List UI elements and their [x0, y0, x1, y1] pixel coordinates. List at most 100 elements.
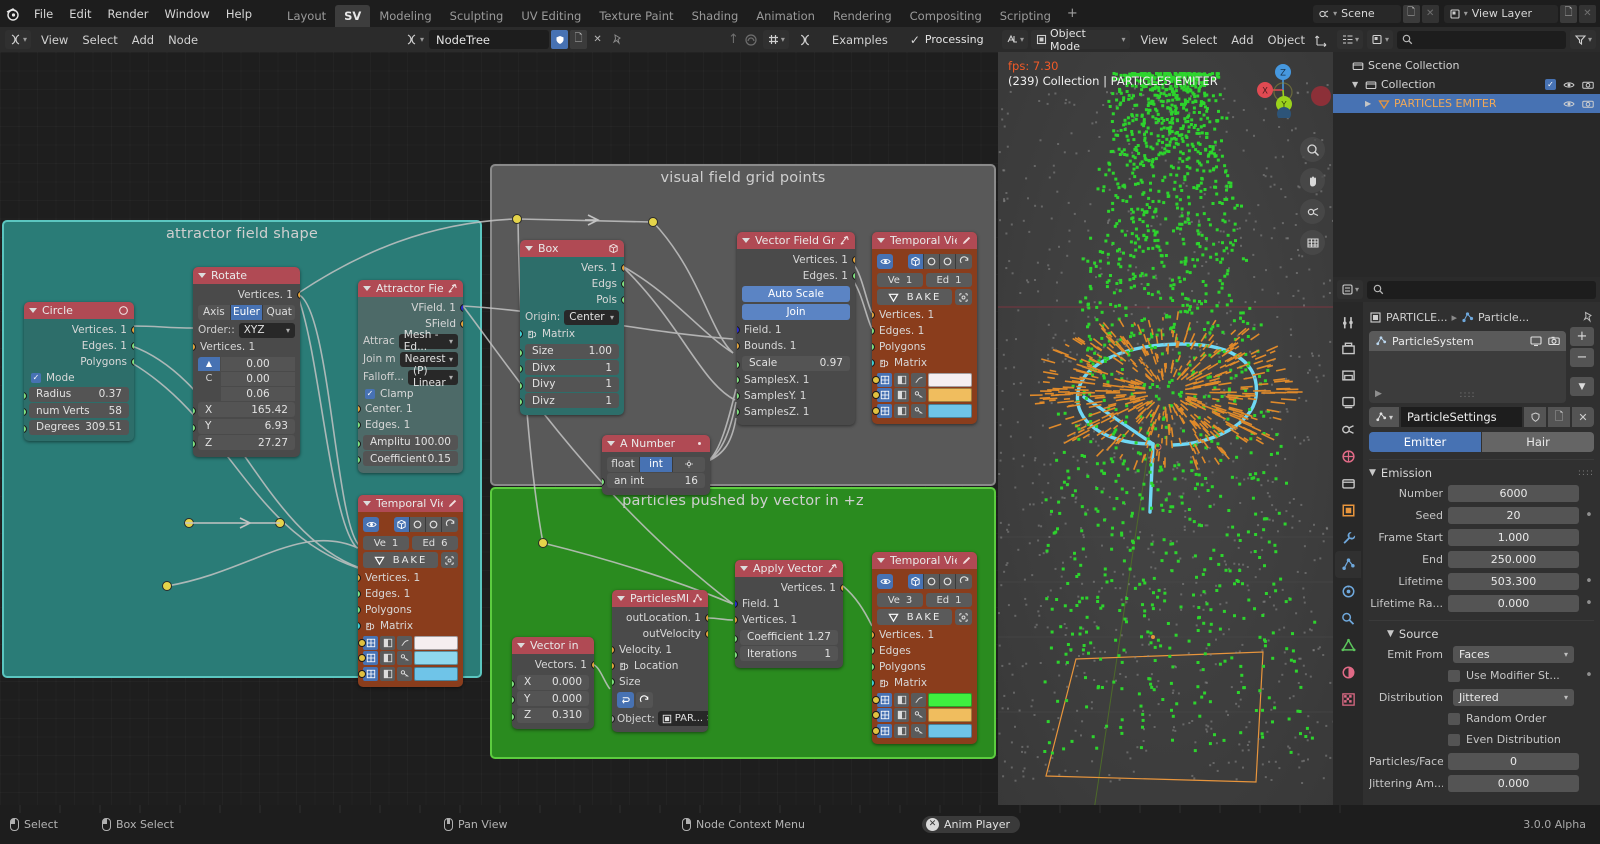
field-amplitu[interactable]: Amplitu 100.00: [363, 434, 458, 450]
input-socket[interactable]: [520, 330, 523, 338]
particle-system-specials-menu[interactable]: ▼: [1570, 377, 1594, 396]
input-socket[interactable]: [358, 574, 361, 582]
node-particles-mk2[interactable]: ParticlesMK2 outLocation. 1 outVelocity V…: [612, 590, 708, 732]
random-order-checkbox[interactable]: [1448, 712, 1460, 725]
use-modifier-stack-row[interactable]: Use Modifier St... •: [1369, 666, 1594, 685]
properties-tab-world[interactable]: [1335, 443, 1361, 470]
refresh-icon[interactable]: [956, 574, 972, 589]
sverchok-icon[interactable]: [798, 33, 812, 47]
input-socket[interactable]: [520, 348, 523, 357]
cube-icon[interactable]: [908, 254, 924, 269]
input-socket[interactable]: [358, 405, 361, 413]
node-header[interactable]: ParticlesMK2: [612, 590, 708, 607]
node-input-socket-row[interactable]: Location: [612, 658, 708, 674]
input-socket[interactable]: [358, 421, 361, 429]
remove-particle-system-button[interactable]: −: [1570, 348, 1594, 367]
proportional-edit-icon[interactable]: [744, 33, 758, 47]
input-socket[interactable]: [193, 440, 196, 448]
snap-icon[interactable]: ▾: [762, 30, 789, 49]
half-icon[interactable]: [894, 388, 909, 402]
input-socket[interactable]: [872, 375, 880, 384]
input-socket[interactable]: [520, 365, 523, 373]
properties-tab-scene[interactable]: [1335, 416, 1361, 443]
node-input-socket-row[interactable]: Field. 1: [737, 322, 855, 338]
node-input-socket-row[interactable]: Polygons: [872, 659, 977, 675]
node-header[interactable]: Apply Vector Field: [735, 560, 843, 577]
workspace-tab-texture-paint[interactable]: Texture Paint: [590, 5, 682, 27]
scene-selector[interactable]: ▾ Scene: [1313, 4, 1401, 23]
object-mode-selector[interactable]: Object Mode ▾: [1031, 27, 1131, 53]
collapse-triangle-icon[interactable]: [740, 566, 748, 571]
node-temporal-viewer-3[interactable]: Temporal Viewer Ve 3 Ed 1 BAKE Vertices. 1 …: [872, 552, 977, 744]
enum-dropdown[interactable]: (P) Linear ▾: [408, 365, 458, 389]
animate-dot[interactable]: •: [1584, 668, 1594, 683]
node-header[interactable]: Temporal Viewer: [872, 232, 977, 249]
properties-tab-collection[interactable]: [1335, 470, 1361, 497]
camera-icon[interactable]: [1548, 335, 1560, 347]
processing-toggle[interactable]: ✓ Processing: [910, 33, 984, 47]
node-circle[interactable]: Circle Vertices. 1 Edges. 1 Polygons ✓ Mo…: [24, 302, 134, 441]
input-socket[interactable]: [737, 392, 740, 400]
output-socket[interactable]: [705, 614, 708, 622]
node-input-socket-row[interactable]: Vertices. 1: [872, 627, 977, 643]
expand-triangle-icon[interactable]: ▶: [1375, 389, 1382, 399]
node-input-socket-row[interactable]: SamplesX. 1: [737, 372, 855, 388]
collapse-triangle-icon[interactable]: [29, 308, 37, 313]
input-socket[interactable]: [872, 647, 875, 655]
cube-icon[interactable]: [394, 517, 410, 532]
view-layer-duplicate-icon[interactable]: 🗋: [1560, 4, 1577, 23]
collapse-triangle-icon[interactable]: [877, 558, 885, 563]
properties-tab-modifiers[interactable]: [1335, 524, 1361, 551]
enum-dropdown[interactable]: Center ▾: [564, 309, 619, 325]
input-socket[interactable]: [358, 606, 361, 614]
view-layer-selector[interactable]: ▾ View Layer: [1443, 4, 1558, 23]
segment-euler[interactable]: Euler: [230, 304, 264, 320]
key-icon[interactable]: [397, 666, 412, 681]
workspace-tab-layout[interactable]: Layout: [278, 5, 335, 27]
node-canvas[interactable]: attractor field shape visual field grid p…: [0, 52, 998, 817]
outliner-icon[interactable]: ▾: [1337, 30, 1364, 49]
node-output-socket-row[interactable]: outVelocity: [612, 626, 708, 642]
node-output-socket-row[interactable]: outLocation. 1: [612, 610, 708, 626]
node-input-socket-row[interactable]: Matrix: [872, 675, 977, 691]
field-x[interactable]: X 165.42: [198, 402, 295, 417]
panel-grip[interactable]: ::::: [1578, 468, 1594, 478]
eye-icon[interactable]: [1563, 98, 1575, 110]
fake-user-icon[interactable]: [551, 30, 569, 49]
workspace-tab-rendering[interactable]: Rendering: [824, 5, 901, 27]
input-socket[interactable]: [735, 651, 738, 659]
field-radius[interactable]: Radius 0.37: [29, 386, 129, 402]
source-panel-title[interactable]: ▼ Source: [1369, 620, 1594, 642]
field-iterations[interactable]: Iterations 1: [740, 646, 838, 661]
curve-icon[interactable]: [397, 635, 412, 650]
node-input-socket-row[interactable]: Center. 1: [358, 401, 463, 417]
particle-system-list[interactable]: ParticleSystem ▶ ::::: [1369, 331, 1566, 403]
output-socket[interactable]: [621, 296, 624, 304]
circle-outline-icon[interactable]: [410, 517, 426, 532]
output-socket[interactable]: [131, 342, 134, 350]
properties-tab-physics[interactable]: [1335, 578, 1361, 605]
examples-menu[interactable]: Examples: [825, 31, 895, 49]
collapse-triangle-icon[interactable]: [517, 643, 525, 648]
even-distribution-row[interactable]: Even Distribution: [1369, 730, 1594, 749]
pin-icon[interactable]: [608, 30, 626, 49]
node-input-socket-row[interactable]: SamplesY. 1: [737, 388, 855, 404]
input-socket[interactable]: [24, 408, 27, 416]
half-icon[interactable]: [380, 666, 395, 681]
menu-help[interactable]: Help: [218, 4, 260, 24]
half-icon[interactable]: [380, 651, 395, 665]
properties-tab-view-layer[interactable]: [1335, 389, 1361, 416]
gizmo-negative-x[interactable]: [1311, 86, 1331, 106]
animate-dot[interactable]: •: [1584, 508, 1594, 523]
node-attractor-field[interactable]: Attractor Field VField. 1 SField Attrac M…: [358, 280, 463, 473]
input-socket[interactable]: [512, 696, 515, 704]
node-header[interactable]: Vector in: [512, 637, 594, 654]
output-socket[interactable]: [840, 584, 843, 592]
arrow-up-icon[interactable]: ↑: [728, 32, 739, 47]
node-menu-add[interactable]: Add: [125, 31, 161, 49]
emission-panel-title[interactable]: ▼ Emission ::::: [1369, 459, 1594, 481]
particle-type-tab-hair[interactable]: Hair: [1482, 432, 1594, 452]
properties-tab-render[interactable]: [1335, 335, 1361, 362]
datablock-duplicate-icon[interactable]: 🗋: [1548, 407, 1570, 427]
node-editor-type-icon[interactable]: ▾: [5, 30, 32, 49]
